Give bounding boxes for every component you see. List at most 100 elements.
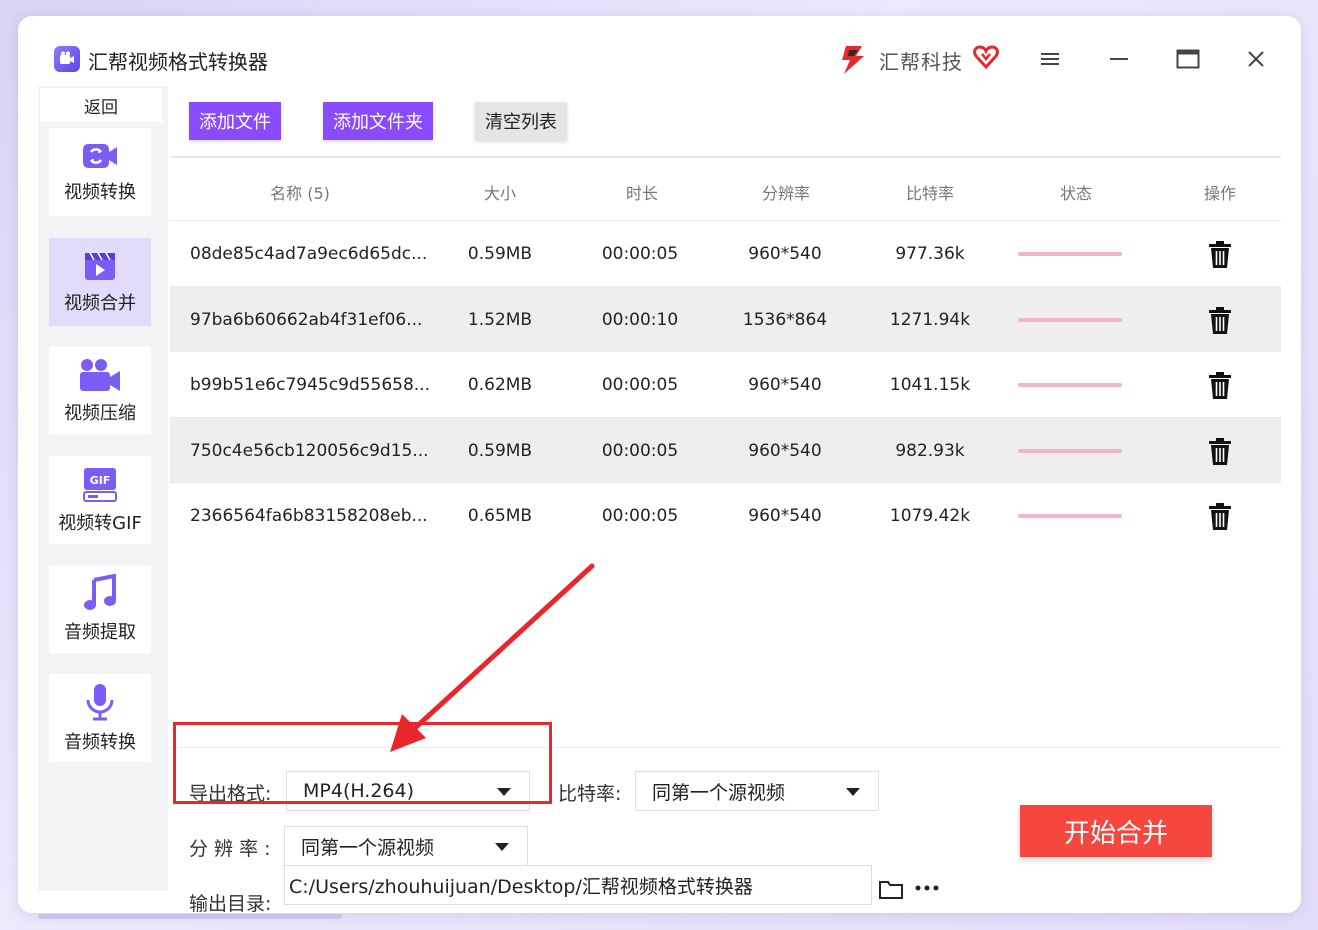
- header-resolution: 分辨率: [761, 184, 810, 203]
- bitrate-label: 比特率:: [558, 783, 622, 805]
- cell-size: 1.52MB: [467, 309, 533, 330]
- microphone-icon: [86, 684, 114, 721]
- header-duration: 时长: [625, 184, 658, 203]
- cell-bitrate: 977.36k: [895, 244, 965, 264]
- cell-resolution: 960*540: [748, 375, 822, 395]
- output-path-field[interactable]: C:/Users/zhouhuijuan/Desktop/汇帮视频格式转换器: [284, 865, 872, 905]
- title-bar: 汇帮视频格式转换器 汇帮科技: [18, 16, 1301, 86]
- cell-resolution: 1536*864: [742, 309, 828, 330]
- gif-icon: GIF: [83, 468, 117, 502]
- maximize-button[interactable]: [1173, 44, 1203, 74]
- sidebar-item-gif[interactable]: GIF 视频转GIF: [49, 456, 151, 544]
- minimize-button[interactable]: [1104, 44, 1134, 74]
- back-button[interactable]: 返回: [40, 88, 162, 122]
- chevron-down-icon: [846, 788, 860, 796]
- file-table: 名称 (5) 大小 时长 分辨率 比特率 状态 操作 08de85c4ad7a9…: [170, 156, 1281, 548]
- table-header: 名称 (5) 大小 时长 分辨率 比特率 状态 操作: [170, 156, 1281, 220]
- close-button[interactable]: [1241, 44, 1271, 74]
- bitrate-value: 同第一个源视频: [652, 781, 786, 804]
- cell-resolution: 960*540: [748, 506, 822, 526]
- cell-duration: 00:00:05: [601, 440, 679, 461]
- sidebar-item-audio-extract[interactable]: 音频提取: [49, 565, 151, 653]
- menu-button[interactable]: [1035, 44, 1065, 74]
- status-progress-bar: [1018, 383, 1122, 387]
- cell-name: 2366564fa6b83158208eb...: [190, 506, 428, 526]
- trash-icon[interactable]: [1208, 437, 1232, 466]
- video-compress-icon: [80, 359, 120, 391]
- cell-duration: 00:00:10: [601, 309, 679, 330]
- cell-name: 750c4e56cb120056c9d15...: [190, 440, 429, 461]
- minimize-icon: [1110, 58, 1128, 60]
- clear-list-button[interactable]: 清空列表: [475, 102, 567, 140]
- close-icon: [1248, 51, 1264, 67]
- trash-icon[interactable]: [1208, 503, 1232, 531]
- sidebar-item-label: 视频转换: [64, 182, 136, 203]
- cell-duration: 00:00:05: [601, 506, 679, 526]
- cell-bitrate: 982.93k: [895, 440, 965, 461]
- sidebar-item-label: 视频合并: [64, 293, 136, 314]
- header-action: 操作: [1203, 184, 1236, 203]
- sidebar-item-video-convert[interactable]: 视频转换: [49, 128, 151, 216]
- sidebar-item-label: 音频提取: [64, 622, 136, 643]
- hamburger-icon: [1041, 53, 1059, 65]
- toolbar: 添加文件 添加文件夹 清空列表: [168, 86, 1281, 156]
- cell-size: 0.65MB: [467, 506, 533, 526]
- cell-name: b99b51e6c7945c9d55658...: [190, 375, 430, 395]
- output-label: 输出目录:: [189, 893, 272, 913]
- cell-duration: 00:00:05: [601, 375, 679, 395]
- heart-icon: [973, 45, 999, 70]
- status-progress-bar: [1018, 514, 1122, 518]
- sidebar: 返回 视频转换 视频合并 视频压缩 GIF 视频转GIF 音频提取 音频转换: [38, 86, 168, 891]
- music-note-icon: [84, 574, 116, 610]
- header-status: 状态: [1059, 184, 1092, 203]
- cell-size: 0.62MB: [467, 375, 533, 395]
- cell-bitrate: 1079.42k: [889, 506, 971, 526]
- resolution-select[interactable]: 同第一个源视频: [284, 826, 528, 866]
- table-row[interactable]: 750c4e56cb120056c9d15... 0.59MB 00:00:05…: [170, 416, 1281, 482]
- trash-icon[interactable]: [1208, 306, 1232, 335]
- cell-name: 08de85c4ad7a9ec6d65dc...: [190, 244, 428, 264]
- folder-icon[interactable]: [878, 878, 904, 900]
- resolution-value: 同第一个源视频: [301, 836, 435, 859]
- sidebar-item-video-compress[interactable]: 视频压缩: [49, 347, 151, 435]
- status-progress-bar: [1018, 448, 1122, 453]
- sidebar-item-label: 音频转换: [64, 732, 136, 753]
- app-logo-icon: [54, 46, 80, 72]
- cell-bitrate: 1041.15k: [889, 375, 971, 395]
- status-progress-bar: [1018, 317, 1122, 322]
- brand-logo-icon: [842, 46, 864, 74]
- resolution-label: 分 辨 率 :: [189, 838, 271, 860]
- add-file-button[interactable]: 添加文件: [189, 102, 281, 140]
- arrow-annotation: [390, 563, 595, 752]
- cell-size: 0.59MB: [467, 440, 533, 461]
- sidebar-item-video-merge[interactable]: 视频合并: [49, 238, 151, 326]
- add-folder-button[interactable]: 添加文件夹: [323, 102, 433, 140]
- maximize-icon: [1176, 49, 1200, 69]
- svg-text:GIF: GIF: [90, 474, 111, 487]
- cell-name: 97ba6b60662ab4f31ef06...: [190, 309, 423, 330]
- chevron-down-icon: [495, 843, 509, 851]
- status-progress-bar: [1018, 252, 1122, 256]
- app-title: 汇帮视频格式转换器: [88, 50, 268, 74]
- trash-icon[interactable]: [1208, 372, 1232, 400]
- table-row[interactable]: 2366564fa6b83158208eb... 0.65MB 00:00:05…: [170, 482, 1281, 548]
- header-bitrate: 比特率: [905, 184, 954, 203]
- cell-duration: 00:00:05: [601, 244, 679, 264]
- table-row[interactable]: 08de85c4ad7a9ec6d65dc... 0.59MB 00:00:05…: [170, 220, 1281, 286]
- cell-bitrate: 1271.94k: [889, 309, 971, 330]
- table-row[interactable]: 97ba6b60662ab4f31ef06... 1.52MB 00:00:10…: [170, 285, 1281, 351]
- header-size: 大小: [483, 184, 516, 203]
- sidebar-item-label: 视频转GIF: [58, 513, 142, 534]
- start-merge-button[interactable]: 开始合并: [1020, 805, 1212, 857]
- horizontal-scrollbar[interactable]: [38, 914, 342, 919]
- cell-resolution: 960*540: [748, 244, 822, 264]
- sidebar-item-label: 视频压缩: [64, 403, 136, 424]
- more-icon[interactable]: [914, 884, 940, 892]
- sidebar-item-audio-convert[interactable]: 音频转换: [49, 674, 151, 762]
- video-merge-icon: [85, 252, 115, 280]
- header-name: 名称 (5): [270, 184, 330, 203]
- table-row[interactable]: b99b51e6c7945c9d55658... 0.62MB 00:00:05…: [170, 351, 1281, 417]
- cell-resolution: 960*540: [748, 440, 822, 461]
- bitrate-select[interactable]: 同第一个源视频: [635, 771, 879, 811]
- trash-icon[interactable]: [1208, 241, 1232, 269]
